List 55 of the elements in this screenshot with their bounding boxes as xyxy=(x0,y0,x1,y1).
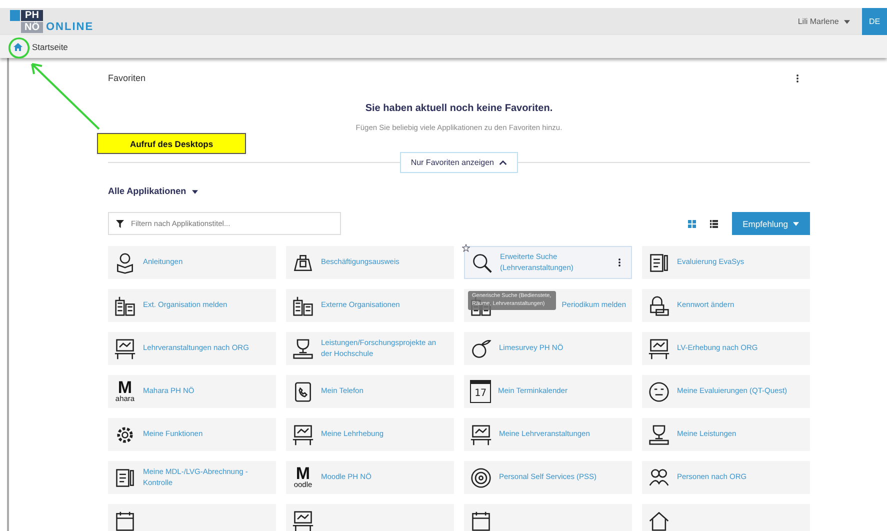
more-icon[interactable] xyxy=(618,258,621,267)
calendar-icon xyxy=(114,510,136,531)
lock-icon xyxy=(648,294,670,316)
target-icon xyxy=(470,466,492,488)
home-icon[interactable] xyxy=(13,42,23,52)
highlight-circle xyxy=(8,37,30,59)
star-icon[interactable] xyxy=(462,244,470,252)
app-tile[interactable] xyxy=(464,504,632,531)
caret-icon xyxy=(192,190,198,194)
chalkboard-icon xyxy=(292,424,314,446)
phone-icon xyxy=(292,380,314,402)
logo-text: M xyxy=(118,380,132,395)
calendar-icon: 17 xyxy=(470,380,491,403)
annotation-callout: Aufruf des Desktops xyxy=(97,133,246,154)
caret-icon xyxy=(844,20,850,24)
house-icon xyxy=(648,510,670,531)
people-icon xyxy=(648,466,670,488)
calendar-icon xyxy=(470,510,492,531)
section-dropdown[interactable]: Alle Applikationen xyxy=(108,186,810,196)
filter-icon xyxy=(116,220,124,228)
logo-text: PH xyxy=(21,10,43,21)
logo-text: NÖ xyxy=(21,22,43,33)
sort-button[interactable]: Empfehlung xyxy=(732,212,810,235)
clipboard-icon xyxy=(648,252,670,274)
chalkboard-icon xyxy=(114,338,136,360)
trophy-icon xyxy=(292,338,314,360)
building-icon xyxy=(114,294,136,316)
logo-text: M xyxy=(296,466,310,481)
building-icon xyxy=(292,294,314,316)
more-icon[interactable] xyxy=(796,74,799,82)
caret-icon xyxy=(793,222,800,226)
logo[interactable]: PH NÖ ONLINE xyxy=(10,8,94,35)
app-tile[interactable] xyxy=(108,504,276,531)
trophy-icon xyxy=(648,424,670,446)
logo-text: ONLINE xyxy=(46,22,94,33)
search-icon xyxy=(471,252,493,274)
chalkboard-icon xyxy=(292,510,314,531)
chalkboard-icon xyxy=(648,338,670,360)
section-title: Favoriten xyxy=(108,73,146,83)
reader-icon xyxy=(114,252,136,274)
language-button[interactable]: DE xyxy=(862,8,887,35)
show-favorites-button[interactable]: Nur Favoriten anzeigen xyxy=(400,152,518,173)
app-tile[interactable] xyxy=(642,504,810,531)
app-tile[interactable] xyxy=(286,504,454,531)
breadcrumb-link[interactable]: Startseite xyxy=(32,42,68,52)
emoji-icon xyxy=(648,380,670,402)
user-menu[interactable]: Lili Marlene xyxy=(786,8,862,35)
chalkboard-icon xyxy=(470,424,492,446)
fruit-icon xyxy=(470,338,492,360)
arrow xyxy=(30,62,100,130)
clipboard-icon xyxy=(114,466,136,488)
chevron-up-icon xyxy=(499,160,508,166)
list-view-icon[interactable] xyxy=(710,220,718,228)
empty-message: Sie haben aktuell noch keine Favoriten. xyxy=(364,103,554,114)
grid-view-icon[interactable] xyxy=(688,220,696,228)
